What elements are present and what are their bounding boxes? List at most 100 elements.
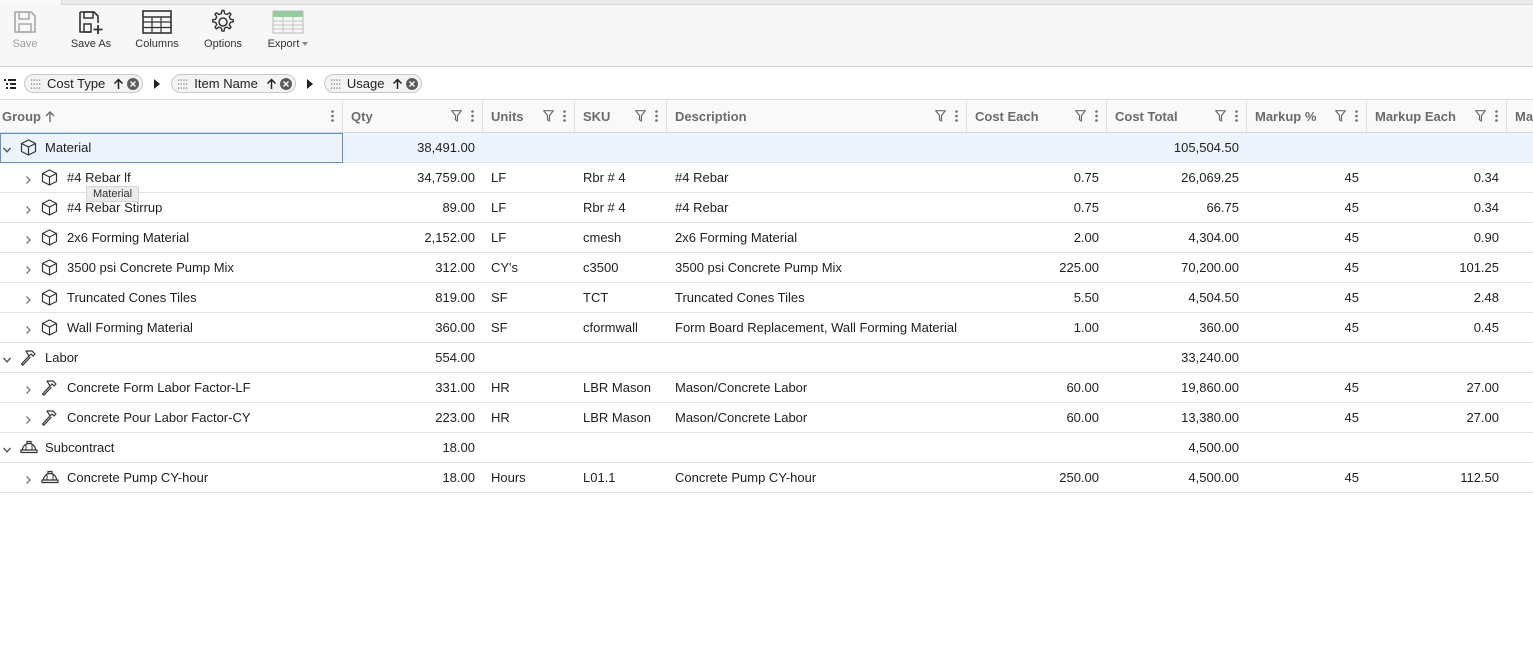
spreadsheet-export-icon (272, 10, 304, 34)
table-row[interactable]: #4 Rebar lf 34,759.00 LF Rbr # 4 #4 Rebar 0.7… (0, 163, 1533, 193)
group-row[interactable]: Material 38,491.00 105,504.50 (0, 133, 1533, 163)
hammer-icon (41, 409, 59, 429)
cell-cost-total: 360.00 (1199, 320, 1239, 335)
group-chip[interactable]: Usage (323, 74, 423, 93)
options-label: Options (204, 38, 242, 50)
cell-units: SF (491, 320, 508, 335)
filter-icon[interactable] (1215, 110, 1226, 122)
cell-sku: cmesh (583, 230, 622, 245)
cell-qty: 819.00 (435, 290, 475, 305)
column-menu-icon[interactable] (655, 110, 658, 122)
column-menu-icon[interactable] (1495, 110, 1498, 122)
cell-markup-pct: 45 (1344, 260, 1359, 275)
options-button[interactable]: Options (201, 9, 245, 63)
sort-ascending-icon[interactable] (266, 77, 277, 90)
column-menu-icon[interactable] (955, 110, 958, 122)
column-header-markup-pct[interactable]: Markup % (1247, 101, 1367, 132)
filter-icon[interactable] (1075, 110, 1086, 122)
sort-ascending-icon[interactable] (392, 77, 403, 90)
expand-chevron-icon[interactable] (23, 263, 33, 274)
column-header-qty[interactable]: Qty (343, 101, 483, 132)
table-row[interactable]: 3500 psi Concrete Pump Mix 312.00 CY's c350… (0, 253, 1533, 283)
save-label: Save (12, 38, 38, 50)
remove-group-icon[interactable] (127, 77, 140, 90)
collapse-chevron-icon[interactable] (2, 443, 12, 453)
save-as-label: Save As (70, 38, 112, 50)
columns-button[interactable]: Columns (134, 9, 180, 63)
save-as-button[interactable]: Save As (66, 9, 116, 63)
expand-chevron-icon[interactable] (23, 293, 33, 304)
save-button[interactable]: Save (8, 9, 42, 63)
floppy-disk-icon (14, 11, 36, 33)
collapse-chevron-icon[interactable] (2, 353, 12, 363)
filter-icon[interactable] (935, 110, 946, 122)
sort-ascending-icon[interactable] (113, 77, 124, 90)
export-label: Export (268, 38, 309, 50)
group-row[interactable]: Labor 554.00 33,240.00 (0, 343, 1533, 373)
table-row[interactable]: #4 Rebar Stirrup 89.00 LF Rbr # 4 #4 Rebar 0.… (0, 193, 1533, 223)
column-menu-icon[interactable] (563, 110, 566, 122)
table-row[interactable]: 2x6 Forming Material 2,152.00 LF cmesh 2x6 F… (0, 223, 1533, 253)
cell-cost-each: 60.00 (1066, 380, 1099, 395)
filter-icon[interactable] (543, 110, 554, 122)
box-icon (41, 169, 58, 189)
column-header-markup-each[interactable]: Markup Each (1367, 101, 1507, 132)
column-header-group[interactable]: Group (0, 101, 343, 132)
filter-icon[interactable] (1475, 110, 1486, 122)
table-row[interactable]: Concrete Form Labor Factor-LF 331.00 HR LBR… (0, 373, 1533, 403)
cell-sku: Rbr # 4 (583, 170, 626, 185)
column-menu-icon[interactable] (471, 110, 474, 122)
cell-description: #4 Rebar (675, 170, 729, 185)
expand-chevron-icon[interactable] (23, 383, 33, 394)
group-chip[interactable]: Cost Type (24, 74, 144, 93)
expand-chevron-icon[interactable] (23, 203, 33, 214)
table-row[interactable]: Concrete Pour Labor Factor-CY 223.00 HR LBR… (0, 403, 1533, 433)
table-row[interactable]: Truncated Cones Tiles 819.00 SF TCT Truncate… (0, 283, 1533, 313)
expand-chevron-icon[interactable] (23, 473, 33, 484)
table-row[interactable]: Concrete Pump CY-hour 18.00 Hours L01.1 Conc… (0, 463, 1533, 493)
table-row[interactable]: Wall Forming Material 360.00 SF cformwall Fo… (0, 313, 1533, 343)
hardhat-icon (41, 469, 59, 488)
drag-handle-icon[interactable] (330, 79, 341, 89)
column-header-cost-each[interactable]: Cost Each (967, 101, 1107, 132)
row-name: Concrete Pump CY-hour (67, 470, 209, 485)
expand-chevron-icon[interactable] (23, 323, 33, 334)
expand-chevron-icon[interactable] (23, 173, 33, 184)
remove-group-icon[interactable] (406, 77, 419, 90)
drag-handle-icon[interactable] (31, 79, 41, 89)
column-header-units[interactable]: Units (483, 101, 575, 132)
remove-group-icon[interactable] (279, 77, 292, 90)
cell-markup-pct: 45 (1344, 320, 1359, 335)
drag-handle-icon[interactable] (178, 79, 188, 89)
column-header-sku[interactable]: SKU (575, 101, 667, 132)
cell-qty: 89.00 (442, 200, 475, 215)
filter-icon[interactable] (1335, 110, 1346, 122)
column-menu-icon[interactable] (1095, 110, 1098, 122)
cell-cost-total: 4,500.00 (1188, 470, 1239, 485)
filter-icon[interactable] (451, 110, 462, 122)
chevron-down-icon (302, 42, 309, 47)
row-name: Concrete Pour Labor Factor-CY (67, 410, 251, 425)
hammer-icon (41, 379, 59, 399)
cell-description: Truncated Cones Tiles (675, 290, 805, 305)
filter-icon[interactable] (635, 110, 646, 122)
focused-cell-outline (0, 133, 343, 163)
expand-chevron-icon[interactable] (23, 413, 33, 424)
expand-chevron-icon[interactable] (23, 233, 33, 244)
column-menu-icon[interactable] (1355, 110, 1358, 122)
cell-markup-pct: 45 (1344, 410, 1359, 425)
export-button[interactable]: Export (264, 9, 312, 63)
group-chip-label: Item Name (194, 76, 258, 91)
column-menu-icon[interactable] (1235, 110, 1238, 122)
column-header-next[interactable]: Ma (1507, 101, 1533, 132)
column-header-description[interactable]: Description (667, 101, 967, 132)
group-chip[interactable]: Item Name (171, 74, 296, 93)
column-menu-icon[interactable] (331, 110, 334, 122)
row-name: 3500 psi Concrete Pump Mix (67, 260, 234, 275)
cell-markup-each: 101.25 (1459, 260, 1499, 275)
group-row[interactable]: Subcontract 18.00 4,500.00 (0, 433, 1533, 463)
cell-qty: 34,759.00 (417, 170, 475, 185)
column-header-cost-total[interactable]: Cost Total (1107, 101, 1247, 132)
cell-qty: 360.00 (435, 320, 475, 335)
cell-markup-each: 0.34 (1473, 200, 1499, 215)
